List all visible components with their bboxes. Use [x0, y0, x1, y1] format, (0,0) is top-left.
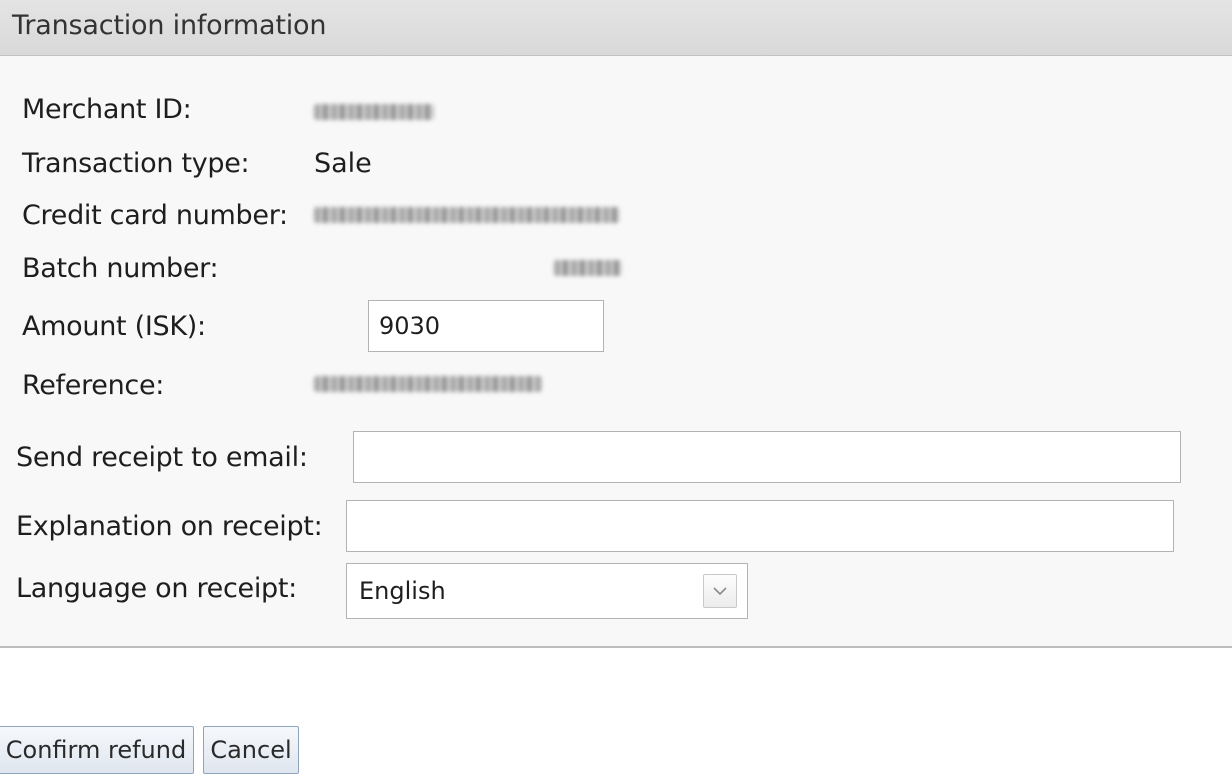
transaction-details	[0, 56, 1232, 648]
merchant-id-value-redacted	[314, 104, 434, 120]
language-select-value: English	[359, 577, 446, 605]
cancel-button[interactable]: Cancel	[203, 726, 299, 774]
language-label: Language on receipt:	[16, 573, 297, 604]
batch-number-value-redacted	[554, 260, 622, 276]
credit-card-value-redacted	[314, 207, 620, 223]
panel-header: Transaction information	[0, 0, 1232, 56]
merchant-id-label: Merchant ID:	[22, 94, 192, 125]
confirm-refund-button[interactable]: Confirm refund	[0, 726, 194, 774]
panel-title: Transaction information	[12, 10, 327, 41]
reference-value-redacted	[314, 376, 542, 392]
amount-input[interactable]	[368, 300, 604, 352]
chevron-down-icon[interactable]	[703, 574, 737, 608]
amount-label: Amount (ISK):	[22, 311, 206, 342]
email-input[interactable]	[353, 431, 1181, 483]
explanation-label: Explanation on receipt:	[16, 511, 323, 542]
batch-number-label: Batch number:	[22, 253, 219, 284]
credit-card-label: Credit card number:	[22, 200, 288, 231]
email-label: Send receipt to email:	[16, 442, 308, 473]
transaction-type-label: Transaction type:	[22, 148, 250, 179]
language-select[interactable]: English	[346, 563, 748, 619]
reference-label: Reference:	[22, 370, 165, 401]
transaction-type-value: Sale	[314, 148, 372, 179]
explanation-input[interactable]	[346, 500, 1174, 552]
